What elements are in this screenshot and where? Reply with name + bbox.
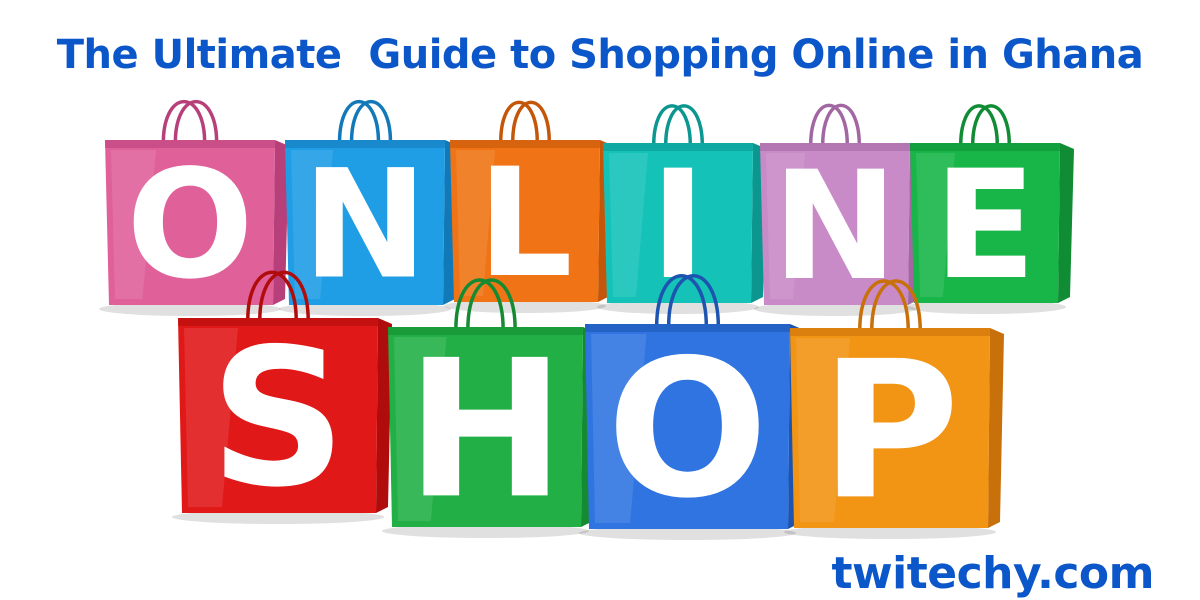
shopping-bag-p: P [784,279,1004,541]
shopping-bag-n: N [754,103,924,316]
bag-letter: P [820,320,959,541]
page-title: The Ultimate Guide to Shopping Online in… [56,32,1144,78]
bag-letter: S [210,308,347,529]
online-shop-bags-illustration: O N L I N ES H O P [99,99,1074,541]
shopping-bag-h: H [382,278,597,540]
bag-letter: E [934,139,1036,313]
shopping-bag-o: O [579,274,804,540]
bag-letter: N [772,140,898,314]
brand-watermark: twitechy.com [831,548,1154,599]
shopping-bag-o: O [99,99,289,316]
bag-letter: O [607,319,769,540]
bag-letter: H [406,319,565,540]
bag-letter: N [302,139,428,313]
shopping-bag-n: N [279,99,459,316]
shopping-bag-l: L [444,100,614,313]
bag-letter: O [126,139,254,313]
shopping-bag-e: E [904,104,1074,314]
